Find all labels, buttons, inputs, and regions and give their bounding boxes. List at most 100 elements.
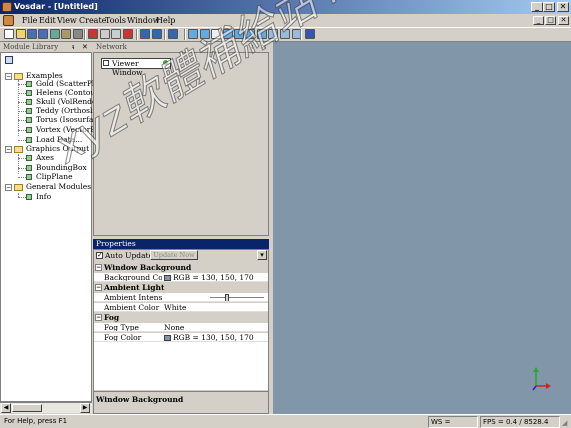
- auto-update-checkbox[interactable]: ✓: [96, 252, 103, 259]
- pan-icon[interactable]: [211, 29, 221, 39]
- color-swatch[interactable]: [164, 335, 171, 341]
- tree-item-label: ClipPlane: [36, 172, 73, 181]
- redo-icon[interactable]: [152, 29, 162, 39]
- property-row[interactable]: Fog Type None: [94, 323, 268, 332]
- tree-item[interactable]: Info: [36, 193, 51, 201]
- resize-grip-icon[interactable]: ◢: [562, 419, 570, 427]
- mdi-close-button[interactable]: ✕: [558, 16, 569, 25]
- tree-item[interactable]: ClipPlane: [36, 173, 73, 181]
- property-value-cell[interactable]: None: [164, 323, 184, 331]
- scroll-right-icon[interactable]: ▶: [80, 403, 90, 413]
- translate-icon[interactable]: [200, 29, 210, 39]
- open-icon[interactable]: [16, 29, 26, 39]
- tree-item-label: Load Data...: [36, 135, 83, 144]
- intensity-slider[interactable]: [210, 294, 264, 301]
- document-icon[interactable]: [3, 15, 14, 26]
- menu-tools[interactable]: Tools: [105, 14, 126, 27]
- menu-help[interactable]: Help: [156, 14, 175, 27]
- app-icon[interactable]: [2, 2, 12, 12]
- ortho-icon[interactable]: [280, 29, 290, 39]
- network-canvas[interactable]: [93, 52, 269, 236]
- pin-icon[interactable]: ᵼ: [72, 43, 75, 52]
- collapse-icon[interactable]: −: [5, 146, 12, 153]
- zoom-icon[interactable]: [234, 29, 244, 39]
- property-value-cell[interactable]: White: [164, 303, 186, 311]
- property-description: Window Background: [94, 391, 268, 413]
- property-row[interactable]: Background Color RGB = 130, 150, 170: [94, 273, 268, 282]
- save-icon[interactable]: [27, 29, 37, 39]
- import-icon[interactable]: [50, 29, 60, 39]
- copy-icon[interactable]: [100, 29, 110, 39]
- property-section[interactable]: Ambient Light −: [94, 283, 268, 292]
- select-icon[interactable]: [188, 29, 198, 39]
- menu-view[interactable]: View: [57, 14, 77, 27]
- network-close-icon[interactable]: ✕: [261, 43, 267, 52]
- scroll-left-icon[interactable]: ◀: [1, 403, 11, 413]
- collapse-icon[interactable]: −: [95, 314, 102, 321]
- undo-icon[interactable]: [140, 29, 150, 39]
- description-title: Window Background: [96, 395, 184, 404]
- network-pin-icon[interactable]: ᵼ: [251, 43, 254, 52]
- paste-icon[interactable]: [111, 29, 121, 39]
- menu-create[interactable]: Create: [79, 14, 106, 27]
- print-icon[interactable]: [73, 29, 83, 39]
- restore-button[interactable]: □: [543, 2, 555, 12]
- tree-folder[interactable]: Graphics Output: [26, 145, 89, 153]
- home-view-icon[interactable]: [245, 29, 255, 39]
- toolbar-separator: [300, 29, 302, 40]
- scroll-thumb[interactable]: [12, 404, 42, 412]
- tree-connector: [18, 193, 19, 197]
- module-icon: [26, 127, 32, 133]
- delete-icon[interactable]: [123, 29, 133, 39]
- collapse-icon[interactable]: −: [5, 73, 12, 80]
- property-section[interactable]: Window Background −: [94, 263, 268, 272]
- update-now-button[interactable]: Update Now: [150, 250, 198, 260]
- close-icon[interactable]: ✕: [82, 43, 88, 52]
- module-library-header: Module Library: [0, 43, 92, 52]
- tree-item[interactable]: Axes: [36, 154, 54, 162]
- tree-item[interactable]: BoundingBox: [36, 164, 87, 172]
- slider-thumb[interactable]: [225, 294, 229, 301]
- perspective-icon[interactable]: [268, 29, 278, 39]
- folder-icon: [14, 184, 23, 191]
- module-icon: [26, 174, 32, 180]
- property-section[interactable]: Fog −: [94, 313, 268, 322]
- menu-edit[interactable]: Edit: [39, 14, 56, 27]
- new-icon[interactable]: [4, 29, 14, 39]
- property-row[interactable]: Ambient Intensity: [94, 293, 268, 302]
- collapse-icon[interactable]: −: [5, 184, 12, 191]
- fit-view-icon[interactable]: [257, 29, 267, 39]
- tree-connector: [18, 158, 26, 159]
- help-icon[interactable]: [168, 29, 178, 39]
- orbit-icon[interactable]: [223, 29, 233, 39]
- export-icon[interactable]: [61, 29, 71, 39]
- horizontal-scrollbar[interactable]: ◀ ▶: [0, 402, 92, 413]
- property-value-cell[interactable]: RGB = 130, 150, 170: [164, 273, 254, 281]
- toolbar-separator: [84, 29, 86, 40]
- folder-icon: [14, 73, 23, 80]
- save-as-icon[interactable]: [38, 29, 48, 39]
- property-value-cell[interactable]: RGB = 130, 150, 170: [164, 333, 254, 341]
- menu-file[interactable]: File: [22, 14, 37, 27]
- color-swatch[interactable]: [164, 275, 171, 281]
- tree-item[interactable]: Load Data...: [36, 136, 82, 144]
- fullscreen-icon[interactable]: [305, 29, 315, 39]
- collapse-icon[interactable]: −: [95, 264, 102, 271]
- minimize-button[interactable]: _: [531, 2, 543, 12]
- viewer-window-node[interactable]: Viewer Window: [101, 58, 171, 77]
- tree-connector: [18, 140, 26, 141]
- viewer-window[interactable]: [273, 42, 571, 414]
- mdi-minimize-button[interactable]: _: [533, 16, 544, 25]
- property-row[interactable]: Fog Color RGB = 130, 150, 170: [94, 333, 268, 342]
- collapse-icon[interactable]: −: [95, 284, 102, 291]
- mdi-restore-button[interactable]: □: [545, 16, 556, 25]
- module-icon: [26, 99, 32, 105]
- tree-connector: [18, 177, 26, 178]
- tree-folder[interactable]: General Modules: [26, 183, 91, 191]
- node-port-icon[interactable]: [163, 60, 168, 65]
- cut-icon[interactable]: [88, 29, 98, 39]
- properties-menu-button[interactable]: ▾: [257, 250, 267, 260]
- close-button[interactable]: ✕: [557, 2, 569, 12]
- property-row[interactable]: Ambient Color White: [94, 303, 268, 312]
- menu-window[interactable]: Window: [127, 14, 160, 27]
